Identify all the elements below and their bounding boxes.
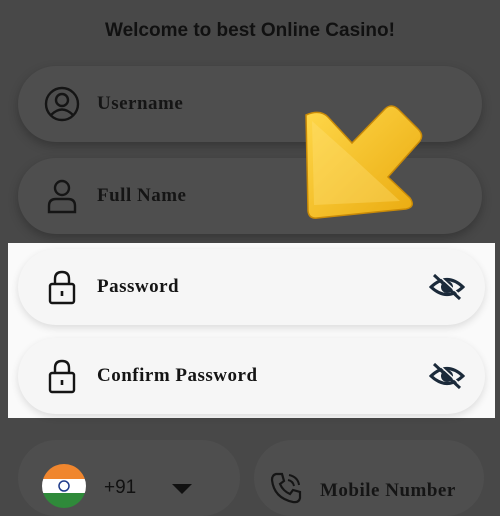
confirm-password-field[interactable]: Confirm Password [18, 338, 485, 414]
country-code-selector[interactable]: +91 [18, 440, 240, 516]
user-circle-icon [44, 86, 80, 122]
lock-icon [48, 359, 76, 394]
confirm-password-label: Confirm Password [97, 365, 258, 386]
eye-slash-icon[interactable] [429, 272, 465, 302]
india-flag-icon [42, 464, 86, 508]
lock-icon [48, 270, 76, 305]
username-label: Username [97, 93, 184, 114]
password-label: Password [97, 276, 180, 297]
yellow-arrow-icon [305, 105, 423, 219]
mobile-number-label: Mobile Number [320, 480, 456, 501]
eye-slash-icon[interactable] [429, 361, 465, 391]
mobile-number-field[interactable]: Mobile Number [254, 440, 484, 516]
user-icon [47, 179, 77, 214]
password-field[interactable]: Password [18, 249, 485, 325]
chevron-down-icon[interactable] [172, 484, 192, 494]
phone-icon [270, 472, 302, 504]
full-name-label: Full Name [97, 185, 187, 206]
password-section-highlight: Password Confirm Password [8, 243, 495, 418]
country-code-value: +91 [104, 477, 137, 498]
page-title: Welcome to best Online Casino! [105, 20, 395, 41]
